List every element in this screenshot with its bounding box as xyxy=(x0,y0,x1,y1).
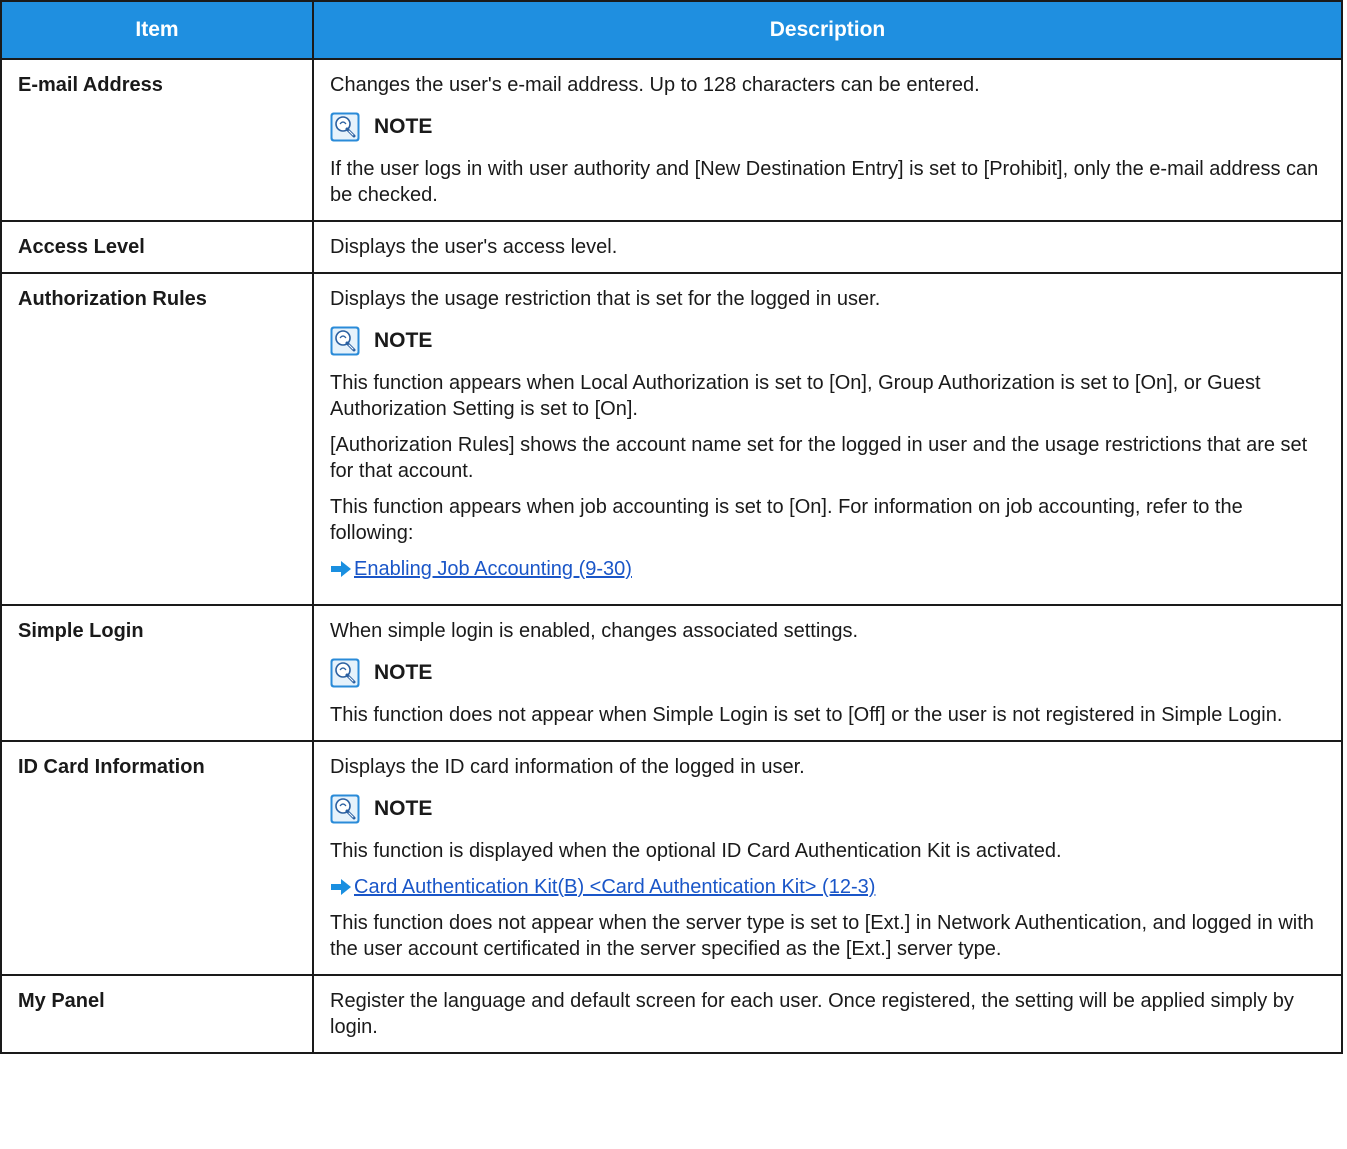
description-text: When simple login is enabled, changes as… xyxy=(330,620,859,642)
note-text: This function appears when job accountin… xyxy=(330,496,1243,544)
link-enabling-job-accounting[interactable]: Enabling Job Accounting (9-30) xyxy=(354,556,632,582)
arrow-right-icon xyxy=(330,560,352,578)
note-label: NOTE xyxy=(374,797,433,820)
description-cell: Changes the user's e-mail address. Up to… xyxy=(312,58,1343,222)
table-row: Access Level Displays the user's access … xyxy=(0,220,1343,274)
description-cell: When simple login is enabled, changes as… xyxy=(312,604,1343,742)
item-cell-authorization-rules: Authorization Rules xyxy=(0,272,314,606)
description-cell: Displays the ID card information of the … xyxy=(312,740,1343,976)
note-text: If the user logs in with user authority … xyxy=(330,158,1319,206)
note-label: NOTE xyxy=(374,115,433,138)
note-icon xyxy=(330,112,360,142)
table-header-row: Item Description xyxy=(0,0,1343,60)
description-cell: Register the language and default screen… xyxy=(312,974,1343,1054)
note-heading: NOTE xyxy=(330,112,1325,142)
item-cell-simple-login: Simple Login xyxy=(0,604,314,742)
description-text: Displays the user's access level. xyxy=(330,236,618,258)
item-cell-id-card-information: ID Card Information xyxy=(0,740,314,976)
note-text: [Authorization Rules] shows the account … xyxy=(330,434,1308,482)
note-icon xyxy=(330,794,360,824)
note-heading: NOTE xyxy=(330,658,1325,688)
description-cell: Displays the user's access level. xyxy=(312,220,1343,274)
description-text: Register the language and default screen… xyxy=(330,990,1294,1038)
note-label: NOTE xyxy=(374,661,433,684)
settings-table: Item Description E-mail Address Changes … xyxy=(0,0,1343,1054)
note-heading: NOTE xyxy=(330,794,1325,824)
cross-reference: Enabling Job Accounting (9-30) xyxy=(330,556,1325,582)
note-text: This function appears when Local Authori… xyxy=(330,372,1261,420)
table-row: Simple Login When simple login is enable… xyxy=(0,604,1343,742)
description-text: Displays the usage restriction that is s… xyxy=(330,288,881,310)
description-cell: Displays the usage restriction that is s… xyxy=(312,272,1343,606)
note-icon xyxy=(330,326,360,356)
arrow-right-icon xyxy=(330,878,352,896)
item-cell-access-level: Access Level xyxy=(0,220,314,274)
note-icon xyxy=(330,658,360,688)
column-header-item: Item xyxy=(0,0,314,60)
cross-reference: Card Authentication Kit(B) <Card Authent… xyxy=(330,874,1325,900)
description-text: Changes the user's e-mail address. Up to… xyxy=(330,74,980,96)
link-card-authentication-kit[interactable]: Card Authentication Kit(B) <Card Authent… xyxy=(354,874,875,900)
table-row: Authorization Rules Displays the usage r… xyxy=(0,272,1343,606)
item-cell-my-panel: My Panel xyxy=(0,974,314,1054)
column-header-description: Description xyxy=(312,0,1343,60)
description-text: Displays the ID card information of the … xyxy=(330,756,805,778)
note-label: NOTE xyxy=(374,329,433,352)
note-heading: NOTE xyxy=(330,326,1325,356)
note-text: This function is displayed when the opti… xyxy=(330,840,1062,862)
note-text: This function does not appear when Simpl… xyxy=(330,704,1283,726)
table-row: My Panel Register the language and defau… xyxy=(0,974,1343,1054)
note-text: This function does not appear when the s… xyxy=(330,912,1314,960)
table-row: ID Card Information Displays the ID card… xyxy=(0,740,1343,976)
item-cell-email-address: E-mail Address xyxy=(0,58,314,222)
table-row: E-mail Address Changes the user's e-mail… xyxy=(0,58,1343,222)
